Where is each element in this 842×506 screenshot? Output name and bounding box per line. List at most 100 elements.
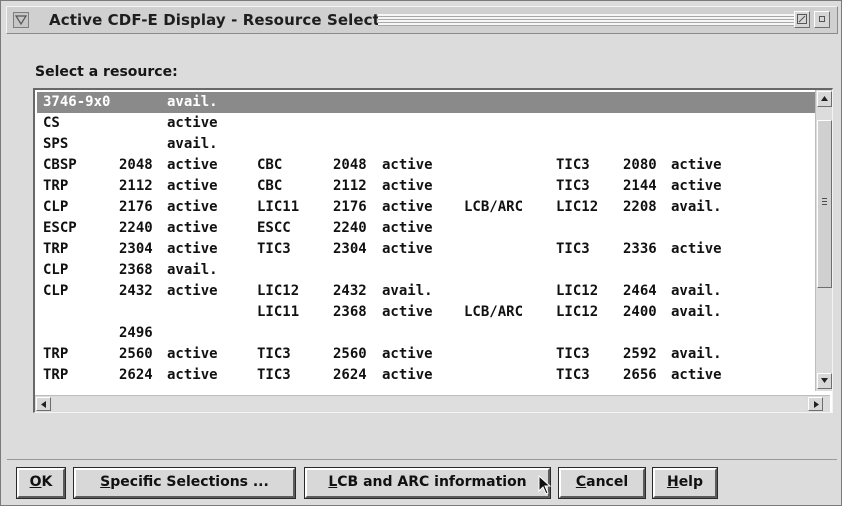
list-item[interactable]: CLP 2176 active LIC11 2176 active LCB/ARC LIC12… — [37, 197, 817, 218]
list-cell: active — [382, 367, 433, 383]
list-cell: 2048 — [333, 157, 367, 173]
list-cell: ESCC — [257, 220, 291, 236]
horizontal-scrollbar[interactable] — [35, 395, 830, 412]
list-cell: avail. — [671, 304, 722, 320]
list-cell: 2144 — [623, 178, 657, 194]
list-cell: LIC12 — [556, 283, 599, 299]
system-menu-icon[interactable] — [13, 12, 29, 28]
list-cell: active — [167, 241, 218, 257]
window-title: Active CDF-E Display - Resource Selector — [49, 11, 398, 29]
resource-list[interactable]: 3746-9x0 avail. CS active SPS avail. CBSP 2048 a… — [33, 88, 833, 413]
list-cell: 2624 — [119, 367, 153, 383]
title-bar[interactable]: Active CDF-E Display - Resource Selector — [6, 6, 838, 34]
list-cell: active — [382, 346, 433, 362]
list-item[interactable]: CLP 2432 active LIC12 2432 avail. LIC12 2464 ava… — [37, 281, 817, 302]
list-cell: active — [382, 157, 433, 173]
list-cell: 2048 — [119, 157, 153, 173]
ok-label: K — [41, 474, 53, 490]
list-cell: 2624 — [333, 367, 367, 383]
list-item[interactable]: TRP 2304 active TIC3 2304 active TIC3 2336 activ… — [37, 239, 817, 260]
list-cell: 2336 — [623, 241, 657, 257]
list-item[interactable]: CLP 2368 avail. — [37, 260, 817, 281]
list-cell: CBC — [257, 178, 283, 194]
list-cell: TIC3 — [556, 157, 590, 173]
list-cell: TIC3 — [257, 367, 291, 383]
list-cell: TIC3 — [556, 367, 590, 383]
list-cell: 2560 — [119, 346, 153, 362]
select-resource-label: Select a resource: — [35, 64, 178, 80]
list-cell: 2080 — [623, 157, 657, 173]
list-cell: 2432 — [333, 283, 367, 299]
help-mnemonic: H — [666, 474, 679, 490]
list-cell: 2656 — [623, 367, 657, 383]
list-cell: 3746-9x0 — [43, 94, 111, 110]
list-item[interactable]: 2496 — [37, 323, 817, 344]
specific-label: pecific Selections ... — [110, 474, 269, 490]
list-cell: active — [167, 220, 218, 236]
list-cell: avail. — [671, 199, 722, 215]
list-cell: 2432 — [119, 283, 153, 299]
list-cell: 2176 — [333, 199, 367, 215]
list-item[interactable]: ESCP 2240 active ESCC 2240 active — [37, 218, 817, 239]
list-cell: 2560 — [333, 346, 367, 362]
list-cell: LIC12 — [257, 283, 300, 299]
list-cell: active — [382, 178, 433, 194]
list-item[interactable]: TRP 2560 active TIC3 2560 active TIC3 2592 avail… — [37, 344, 817, 365]
button-bar: OK Specific Selections ... LCB and ARC i… — [7, 459, 837, 499]
cancel-mnemonic: C — [575, 474, 587, 490]
list-cell: active — [167, 199, 218, 215]
horizontal-scroll-track[interactable] — [53, 397, 806, 411]
list-item[interactable]: CS active — [37, 113, 817, 134]
list-item[interactable]: TRP 2624 active TIC3 2624 active TIC3 2656 activ… — [37, 365, 817, 386]
lcb-mnemonic: L — [328, 474, 338, 490]
scroll-right-icon[interactable] — [808, 397, 823, 411]
scroll-left-icon[interactable] — [36, 397, 51, 411]
minimize-icon[interactable] — [794, 11, 810, 28]
list-cell: avail. — [167, 262, 218, 278]
list-cell: TRP — [43, 367, 69, 383]
list-cell: CBC — [257, 157, 283, 173]
list-cell: 2240 — [119, 220, 153, 236]
list-cell: active — [167, 157, 218, 173]
help-label: elp — [678, 474, 704, 490]
list-cell: 2304 — [119, 241, 153, 257]
scroll-up-icon[interactable] — [817, 91, 832, 107]
resource-selector-window: Active CDF-E Display - Resource Selector… — [0, 0, 842, 506]
cancel-button[interactable]: Cancel — [558, 467, 646, 499]
maximize-icon[interactable] — [814, 11, 830, 28]
list-cell: active — [167, 346, 218, 362]
specific-selections-button[interactable]: Specific Selections ... — [73, 467, 296, 499]
scroll-down-icon[interactable] — [817, 373, 832, 389]
list-item[interactable]: CBSP 2048 active CBC 2048 active TIC3 2080 activ… — [37, 155, 817, 176]
list-cell: SPS — [43, 136, 69, 152]
list-cell: avail. — [167, 94, 218, 110]
list-cell: 2176 — [119, 199, 153, 215]
list-cell: 2592 — [623, 346, 657, 362]
vertical-scrollbar[interactable] — [815, 90, 832, 391]
help-button[interactable]: Help — [652, 467, 718, 499]
title-bar-pattern — [378, 14, 796, 26]
ok-button[interactable]: OK — [16, 467, 66, 499]
list-cell: active — [671, 178, 722, 194]
lcb-arc-info-button[interactable]: LCB and ARC information — [304, 467, 551, 499]
list-cell: TIC3 — [556, 178, 590, 194]
vertical-scroll-thumb[interactable] — [817, 120, 832, 288]
list-cell: active — [382, 304, 433, 320]
list-cell: CLP — [43, 262, 69, 278]
list-cell: 2368 — [119, 262, 153, 278]
list-cell: ESCP — [43, 220, 77, 236]
list-cell: TIC3 — [556, 346, 590, 362]
list-cell: avail. — [671, 283, 722, 299]
list-cell: active — [382, 241, 433, 257]
list-cell: 2112 — [333, 178, 367, 194]
list-item[interactable]: LIC11 2368 active LCB/ARC LIC12 2400 avail. — [37, 302, 817, 323]
list-item[interactable]: SPS avail. — [37, 134, 817, 155]
list-cell: active — [671, 157, 722, 173]
list-cell: LIC11 — [257, 199, 300, 215]
cancel-label: ancel — [586, 474, 629, 490]
list-cell: TRP — [43, 178, 69, 194]
list-item[interactable]: TRP 2112 active CBC 2112 active TIC3 2144 active — [37, 176, 817, 197]
list-cell: avail. — [167, 136, 218, 152]
list-cell: LCB/ARC — [464, 304, 524, 320]
list-item-selected[interactable]: 3746-9x0 avail. — [37, 92, 817, 113]
